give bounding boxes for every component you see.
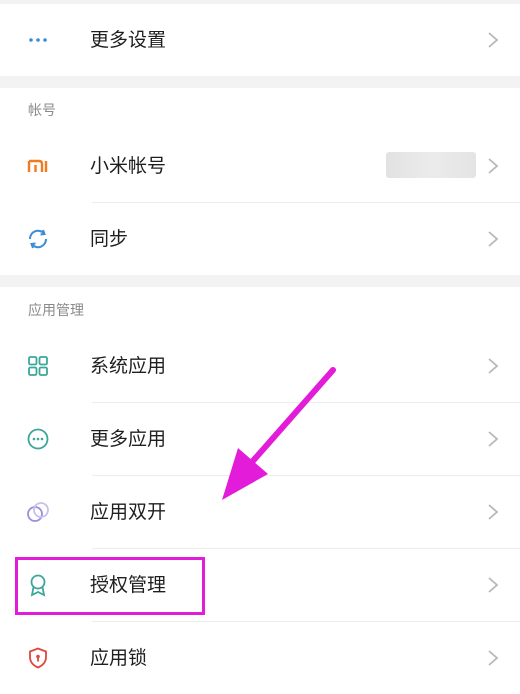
account-value-blurred xyxy=(386,152,476,178)
app-lock-label: 应用锁 xyxy=(90,647,148,669)
sync-label: 同步 xyxy=(90,228,129,250)
sync-icon xyxy=(26,227,50,251)
permissions-label: 授权管理 xyxy=(90,574,167,596)
chevron-right-icon xyxy=(488,504,499,520)
system-apps-label: 系统应用 xyxy=(90,355,167,377)
more-circle-icon xyxy=(26,427,50,451)
more-dots-icon xyxy=(26,28,50,52)
dual-apps-row[interactable]: 应用双开 xyxy=(0,476,520,548)
more-apps-label: 更多应用 xyxy=(90,428,167,450)
section-header-account: 帐号 xyxy=(28,103,56,119)
mi-account-label: 小米帐号 xyxy=(90,155,167,177)
dual-apps-label: 应用双开 xyxy=(90,501,167,523)
more-settings-row[interactable]: 更多设置 xyxy=(0,4,520,76)
chevron-right-icon xyxy=(488,431,499,447)
sync-row[interactable]: 同步 xyxy=(0,203,520,275)
chevron-right-icon xyxy=(488,650,499,666)
grid-icon xyxy=(26,354,50,378)
more-apps-row[interactable]: 更多应用 xyxy=(0,403,520,475)
badge-icon xyxy=(26,573,50,597)
chevron-right-icon xyxy=(488,32,499,48)
mi-account-row[interactable]: 小米帐号 xyxy=(0,130,520,202)
mi-logo-icon xyxy=(26,154,50,178)
chevron-right-icon xyxy=(488,577,499,593)
chevron-right-icon xyxy=(488,231,499,247)
permissions-row[interactable]: 授权管理 xyxy=(0,549,520,621)
chevron-right-icon xyxy=(488,158,499,174)
app-lock-row[interactable]: 应用锁 xyxy=(0,622,520,694)
shield-lock-icon xyxy=(26,646,50,670)
dual-circle-icon xyxy=(26,500,50,524)
section-header-app-management: 应用管理 xyxy=(28,303,84,319)
chevron-right-icon xyxy=(488,358,499,374)
more-settings-label: 更多设置 xyxy=(90,29,167,51)
system-apps-row[interactable]: 系统应用 xyxy=(0,330,520,402)
